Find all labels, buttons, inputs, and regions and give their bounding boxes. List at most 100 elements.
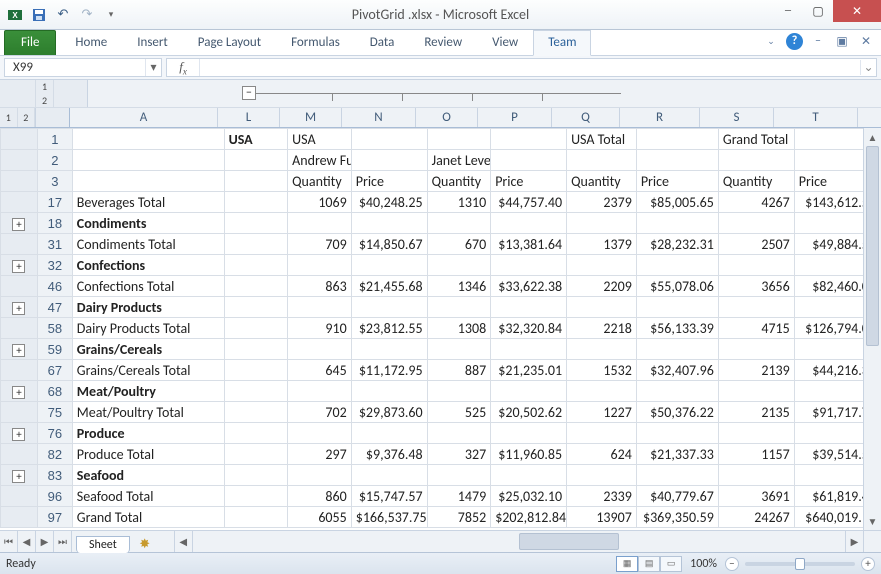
cell[interactable]: $33,622.38 (491, 276, 567, 297)
zoom-in-button[interactable]: + (861, 557, 875, 571)
cell[interactable] (288, 213, 352, 234)
cell[interactable]: $23,812.55 (351, 318, 427, 339)
name-box-value[interactable]: X99 (5, 59, 145, 76)
sheet-nav-first-icon[interactable]: ⏮ (0, 531, 18, 552)
workbook-minimize-icon[interactable]: – (809, 32, 827, 50)
row-number[interactable]: 68 (37, 381, 72, 402)
cell[interactable] (351, 423, 427, 444)
row-number[interactable]: 75 (37, 402, 72, 423)
save-icon[interactable] (28, 4, 50, 26)
cell[interactable]: 297 (288, 444, 352, 465)
cell[interactable]: Grains/Cereals (72, 339, 224, 360)
col-header-P[interactable]: P (478, 108, 552, 127)
cell[interactable] (224, 318, 288, 339)
cell[interactable] (636, 213, 718, 234)
cell[interactable]: 860 (288, 486, 352, 507)
view-page-layout-icon[interactable]: ▤ (638, 556, 660, 572)
cell[interactable] (567, 213, 637, 234)
cell[interactable]: 2507 (718, 234, 794, 255)
row-number[interactable]: 2 (37, 150, 72, 171)
cell[interactable]: Price (351, 171, 427, 192)
cell[interactable]: Grand Total (72, 507, 224, 528)
row-outline-cell[interactable]: + (1, 423, 38, 444)
cell[interactable] (224, 255, 288, 276)
cell[interactable]: 1227 (567, 402, 637, 423)
cell[interactable] (72, 129, 224, 150)
col-header-S[interactable]: S (700, 108, 774, 127)
cell[interactable] (351, 465, 427, 486)
cell[interactable]: Andrew Fuller (288, 150, 352, 171)
cell[interactable]: Confections Total (72, 276, 224, 297)
row-expand-button[interactable]: + (12, 344, 25, 357)
row-expand-button[interactable]: + (12, 386, 25, 399)
row-number[interactable]: 17 (37, 192, 72, 213)
cell[interactable] (636, 129, 718, 150)
name-box[interactable]: X99 ▾ (4, 58, 162, 77)
cell[interactable] (224, 213, 288, 234)
row-number[interactable]: 76 (37, 423, 72, 444)
cell[interactable] (491, 381, 567, 402)
cell[interactable]: 4715 (718, 318, 794, 339)
cell[interactable] (72, 150, 224, 171)
row-number[interactable]: 46 (37, 276, 72, 297)
workbook-restore-icon[interactable]: ▣ (833, 32, 851, 50)
cell[interactable]: 702 (288, 402, 352, 423)
cell[interactable]: 3656 (718, 276, 794, 297)
scroll-thumb[interactable] (866, 146, 879, 346)
cell[interactable]: 4267 (718, 192, 794, 213)
row-number[interactable]: 59 (37, 339, 72, 360)
cell[interactable]: Meat/Poultry (72, 381, 224, 402)
cell[interactable]: 13907 (567, 507, 637, 528)
undo-icon[interactable]: ↶ (52, 4, 74, 26)
cell[interactable]: $44,757.40 (491, 192, 567, 213)
cell[interactable] (636, 381, 718, 402)
cell[interactable] (224, 444, 288, 465)
cell[interactable]: Meat/Poultry Total (72, 402, 224, 423)
cell[interactable] (224, 150, 288, 171)
row-outline-cell[interactable]: + (1, 297, 38, 318)
tab-team[interactable]: Team (533, 30, 591, 56)
cell[interactable] (224, 297, 288, 318)
hscroll-thumb[interactable] (519, 533, 619, 550)
cell[interactable] (491, 423, 567, 444)
scroll-left-icon[interactable]: ◀ (175, 531, 193, 552)
cell[interactable] (224, 507, 288, 528)
ribbon-minimize-icon[interactable]: ⌄ (762, 32, 780, 50)
tab-home[interactable]: Home (60, 30, 122, 55)
cell[interactable] (491, 129, 567, 150)
new-sheet-icon[interactable]: ✸ (136, 536, 154, 552)
tab-formulas[interactable]: Formulas (276, 30, 355, 55)
cell[interactable]: Price (636, 171, 718, 192)
col-header-N[interactable]: N (342, 108, 416, 127)
cell[interactable] (491, 150, 567, 171)
row-number[interactable]: 83 (37, 465, 72, 486)
cell[interactable]: 863 (288, 276, 352, 297)
cell[interactable]: $21,235.01 (491, 360, 567, 381)
cell[interactable] (427, 423, 491, 444)
cell[interactable]: Confections (72, 255, 224, 276)
select-all-corner[interactable] (36, 108, 70, 127)
redo-icon[interactable]: ↷ (76, 4, 98, 26)
cell[interactable]: 887 (427, 360, 491, 381)
cell[interactable] (427, 129, 491, 150)
cell[interactable] (718, 381, 794, 402)
cell[interactable]: $40,779.67 (636, 486, 718, 507)
cell[interactable]: $28,232.31 (636, 234, 718, 255)
tab-review[interactable]: Review (409, 30, 477, 55)
cell[interactable]: $32,407.96 (636, 360, 718, 381)
cell[interactable]: $20,502.62 (491, 402, 567, 423)
cell[interactable]: 24267 (718, 507, 794, 528)
zoom-slider[interactable] (745, 562, 855, 566)
name-box-dropdown-icon[interactable]: ▾ (145, 59, 161, 76)
formula-bar-expand-icon[interactable]: ⌄ (860, 60, 876, 75)
cell[interactable]: 1157 (718, 444, 794, 465)
view-normal-icon[interactable]: ▦ (616, 556, 638, 572)
cell[interactable]: 910 (288, 318, 352, 339)
cell[interactable]: 2135 (718, 402, 794, 423)
cell[interactable] (491, 465, 567, 486)
sheet-tab[interactable]: Sheet (76, 536, 130, 553)
tab-page-layout[interactable]: Page Layout (183, 30, 276, 55)
row-expand-button[interactable]: + (12, 428, 25, 441)
row-outline-cell[interactable]: + (1, 381, 38, 402)
cell[interactable] (718, 255, 794, 276)
